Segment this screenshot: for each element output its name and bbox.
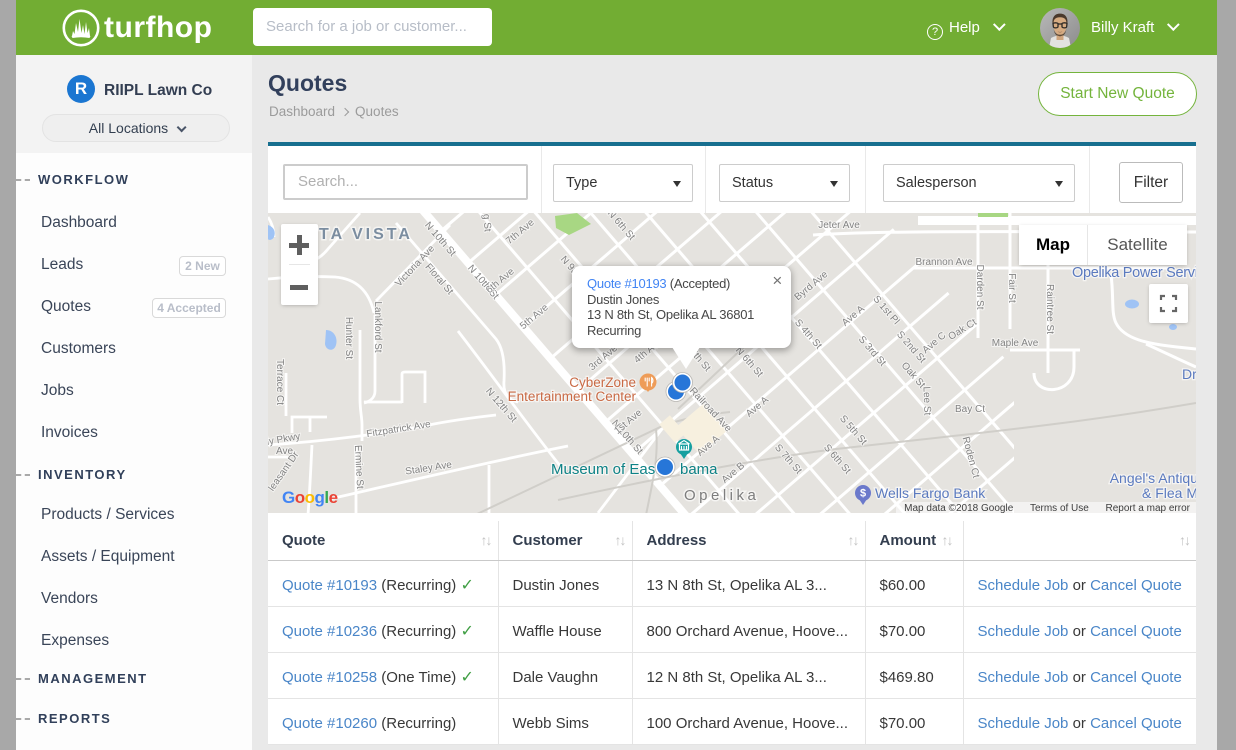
svg-text:S 5th St: S 5th St bbox=[837, 413, 869, 447]
svg-text:$: $ bbox=[860, 488, 866, 500]
svg-text:N 6th St: N 6th St bbox=[605, 213, 637, 243]
svg-text:Lee St: Lee St bbox=[920, 386, 932, 415]
svg-text:Jeter Ave: Jeter Ave bbox=[818, 220, 860, 231]
svg-text:7th Ave: 7th Ave bbox=[504, 217, 537, 247]
svg-text:& Flea M: & Flea M bbox=[1142, 485, 1196, 501]
svg-text:Ave A: Ave A bbox=[695, 433, 722, 458]
svg-text:g St: g St bbox=[480, 213, 493, 232]
svg-text:Roden Ct: Roden Ct bbox=[960, 436, 982, 480]
svg-text:Entertainment Center: Entertainment Center bbox=[508, 389, 637, 404]
svg-text:Staley Ave: Staley Ave bbox=[404, 459, 453, 477]
svg-text:Lankford St: Lankford St bbox=[372, 301, 383, 352]
svg-text:Ave A: Ave A bbox=[840, 303, 867, 328]
svg-text:Ave C: Ave C bbox=[920, 330, 948, 356]
svg-text:Angel's Antiqu: Angel's Antiqu bbox=[1110, 470, 1196, 486]
svg-text:Opelika: Opelika bbox=[684, 487, 759, 504]
svg-text:bama: bama bbox=[680, 461, 718, 478]
svg-text:CyberZone: CyberZone bbox=[569, 375, 636, 390]
svg-text:Brannon Ave: Brannon Ave bbox=[915, 257, 973, 268]
svg-text:TA VISTA: TA VISTA bbox=[319, 226, 413, 243]
svg-text:S 4th St: S 4th St bbox=[792, 317, 824, 351]
svg-text:Ermine St: Ermine St bbox=[352, 445, 365, 490]
svg-text:S 3rd St: S 3rd St bbox=[856, 334, 888, 369]
svg-text:Fair St: Fair St bbox=[1006, 273, 1017, 303]
svg-text:Wells Fargo Bank: Wells Fargo Bank bbox=[875, 485, 986, 501]
svg-text:Bay Ct: Bay Ct bbox=[955, 404, 985, 415]
svg-text:5th Ave: 5th Ave bbox=[518, 302, 551, 332]
svg-text:Maple Ave: Maple Ave bbox=[992, 338, 1039, 349]
svg-text:Ave B: Ave B bbox=[720, 460, 748, 486]
svg-text:S 1st Pl: S 1st Pl bbox=[870, 294, 901, 327]
svg-text:Opelika Power Service: Opelika Power Service bbox=[1072, 265, 1196, 281]
svg-text:Ave A: Ave A bbox=[744, 394, 771, 419]
svg-text:Byrd Ave: Byrd Ave bbox=[793, 269, 831, 303]
svg-text:Dr: Dr bbox=[1182, 366, 1196, 382]
svg-text:Museum of East A: Museum of East A bbox=[551, 461, 673, 478]
svg-text:S 6th St: S 6th St bbox=[821, 442, 853, 476]
svg-text:Hunter St: Hunter St bbox=[343, 317, 354, 359]
svg-text:Raintree St: Raintree St bbox=[1044, 284, 1055, 334]
svg-text:Floral St: Floral St bbox=[423, 262, 456, 297]
svg-text:S 7th St: S 7th St bbox=[772, 442, 804, 476]
svg-text:Terrace Ct: Terrace Ct bbox=[274, 359, 285, 405]
svg-text:Darden St: Darden St bbox=[974, 264, 985, 309]
svg-text:Fitzpatrick Ave: Fitzpatrick Ave bbox=[366, 419, 432, 440]
svg-text:N 6th St: N 6th St bbox=[733, 345, 765, 380]
svg-text:Oak Ct: Oak Ct bbox=[947, 317, 979, 343]
